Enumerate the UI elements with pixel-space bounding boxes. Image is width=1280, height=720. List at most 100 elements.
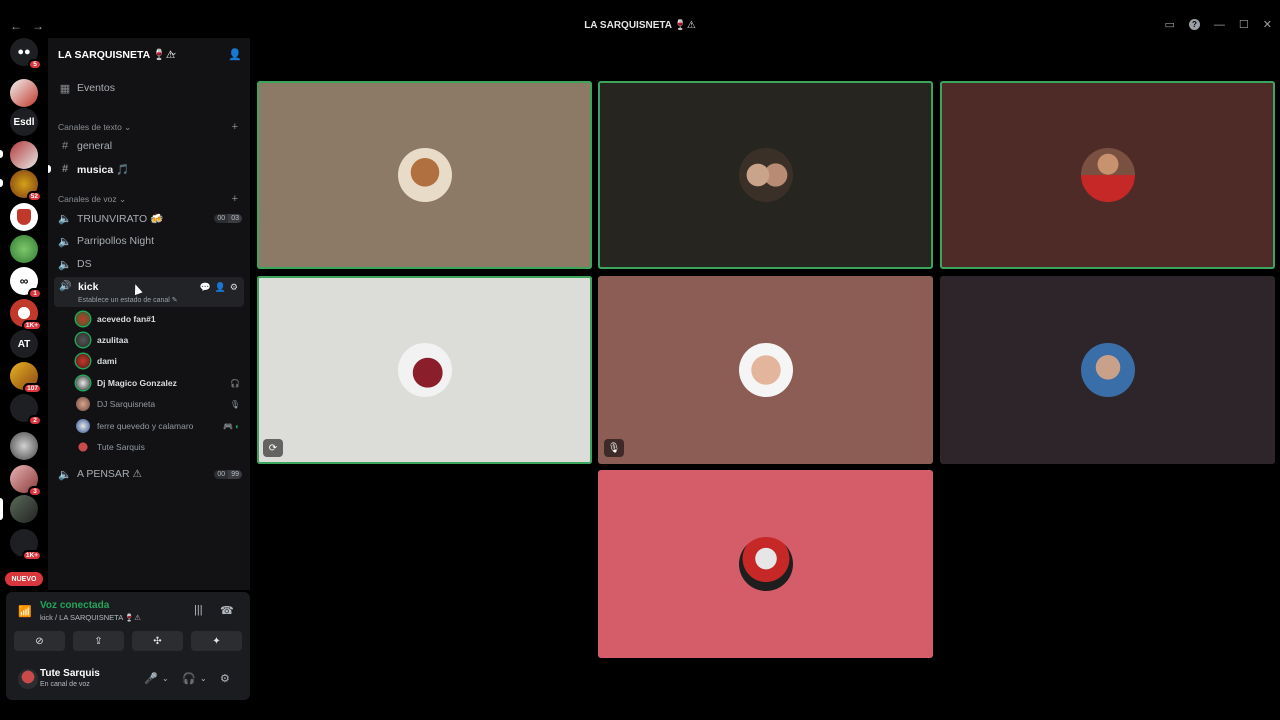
server-icon[interactable]: 2 [10,394,42,426]
voice-member[interactable]: Tute Sarquis [76,437,240,457]
screen-share-button[interactable]: ⇪ [73,631,124,651]
speaker-icon: 🔊 [59,281,72,292]
activity-icon: 🎮 ◐ [222,421,240,431]
channel-general[interactable]: # general [54,136,244,156]
server-icon[interactable]: 3 [10,465,42,497]
shield-icon [17,209,31,225]
voice-channel-kick[interactable]: 🔊 kick Establece un estado de canal ✎ 💬 … [54,277,244,307]
events-item[interactable]: ▦ Eventos [54,78,244,98]
voice-location[interactable]: kick / LA SARQUISNETA 🍷⚠ [40,613,141,622]
voice-channel-triunvirato[interactable]: 🔈 TRIUNVIRATO 🍻 00 03 [54,208,244,228]
add-channel-icon[interactable]: + [232,193,238,205]
avatar [76,376,90,390]
direct-messages-button[interactable]: ●︎● 5 [10,38,42,70]
avatar [76,397,90,411]
voice-action-buttons: ⊘ ⇪ ✣ ✦ [14,631,242,651]
video-tile[interactable] [940,276,1275,464]
video-tile[interactable] [598,81,933,269]
server-icon[interactable]: 1K+ [10,299,42,331]
server-badge: 107 [23,383,42,394]
inbox-icon[interactable]: ▭ [1165,18,1175,31]
chevron-down-icon[interactable]: ⌄ [162,674,169,683]
server-icon[interactable] [10,432,38,460]
soundboard-button[interactable]: ✦ [191,631,242,651]
headphones-icon[interactable]: 🎧 [182,672,196,685]
voice-member[interactable]: DJ Sarquisneta 🎙 [76,394,240,414]
invite-people-icon[interactable]: 👤 [228,48,242,61]
user-name: Tute Sarquis [40,668,100,679]
server-icon[interactable]: 1K+ [10,529,42,561]
server-icon[interactable]: 107 [10,362,42,394]
chat-icon[interactable]: 💬 [199,282,210,293]
activities-button[interactable]: ✣ [132,631,183,651]
chevron-down-icon: ⌄ [170,47,178,57]
voice-member[interactable]: acevedo fan#1 [76,309,240,329]
speaker-icon: 🔈 [58,235,72,248]
video-tile[interactable] [257,81,592,269]
dm-badge: 5 [28,59,42,70]
disconnect-icon[interactable]: ☎ [220,604,234,617]
server-icon[interactable] [10,203,38,231]
guild-header[interactable]: LA SARQUISNETA 🍷⚠ ⌄ 👤 [58,46,242,62]
signal-icon[interactable]: 📶 [18,605,32,618]
server-icon[interactable] [10,141,38,169]
channel-status[interactable]: Establece un estado de canal ✎ [78,296,178,304]
server-icon[interactable]: AT [10,330,38,358]
voice-channel-ds[interactable]: 🔈 DS [54,254,244,274]
discord-logo-icon: ●︎● [17,46,31,58]
gear-icon[interactable]: ⚙ [230,282,238,293]
voice-member[interactable]: dami [76,351,240,371]
window-title: LA SARQUISNETA 🍷⚠ [584,20,696,31]
video-tile[interactable]: ⟳ [257,276,592,464]
video-tile[interactable] [940,81,1275,269]
video-tile[interactable]: 🎙 [598,276,933,464]
camera-off-button[interactable]: ⊘ [14,631,65,651]
server-icon[interactable]: ∞ 1 [10,267,42,299]
avatar [76,419,90,433]
soundboard-icon: ✦ [212,635,221,647]
new-badge[interactable]: NUEVO [5,572,43,586]
voice-member[interactable]: ferre quevedo y calamaro 🎮 ◐ [76,416,240,436]
video-tile[interactable] [598,470,933,658]
minimize-button[interactable]: — [1214,19,1225,31]
user-limit-counter: 00 99 [214,469,242,479]
invite-icon[interactable]: 👤 [215,282,226,293]
channel-sidebar: LA SARQUISNETA 🍷⚠ ⌄ 👤 ▦ Eventos Canales … [48,38,250,590]
help-icon[interactable]: ? [1188,19,1200,30]
avatar [1080,148,1135,202]
voice-channels-category[interactable]: Canales de voz ⌄ + [58,192,238,206]
server-icon[interactable]: 52 [10,170,42,202]
user-status: En canal de voz [40,681,90,688]
chevron-down-icon[interactable]: ⌄ [200,674,207,683]
maximize-button[interactable]: ☐ [1239,18,1249,31]
server-icon[interactable] [10,79,38,107]
voice-status[interactable]: Voz conectada [40,600,109,611]
unread-pill [0,150,3,158]
voice-channel-parripollos[interactable]: 🔈 Parripollos Night [54,231,244,251]
add-channel-icon[interactable]: + [232,121,238,133]
voice-member[interactable]: azulitaa [76,330,240,350]
channel-controls: 💬 👤 ⚙ [199,282,238,293]
window-controls: ▭ ? — ☐ ✕ [1165,18,1273,32]
avatar [76,312,90,326]
close-button[interactable]: ✕ [1263,18,1272,31]
gear-icon[interactable]: ⚙ [220,672,230,685]
server-icon[interactable] [10,495,38,523]
noise-suppression-icon[interactable]: ||| [194,604,203,616]
muted-icon: 🎙 [229,399,240,409]
channel-musica[interactable]: # musica 🎵 [54,159,244,179]
infinity-icon: ∞ [19,274,29,288]
server-icon[interactable]: Esdl [10,108,38,136]
server-badge: 52 [26,191,42,202]
hashtag-icon: # [61,163,69,175]
activities-icon: ✣ [153,635,162,647]
avatar [18,669,38,689]
voice-channel-a-pensar[interactable]: 🔈 A PENSAR ⚠ 00 99 [54,464,244,484]
text-channels-category[interactable]: Canales de texto ⌄ + [58,120,238,134]
screen-share-icon: ⇪ [94,635,103,647]
server-icon[interactable] [10,235,38,263]
speaker-icon: 🔈 [58,468,72,481]
voice-member[interactable]: Dj Magico Gonzalez 🎧 [76,373,240,393]
microphone-icon[interactable]: 🎤 [144,672,158,685]
user-panel[interactable]: Tute Sarquis En canal de voz 🎤 ⌄ 🎧 ⌄ ⚙ [14,664,242,694]
